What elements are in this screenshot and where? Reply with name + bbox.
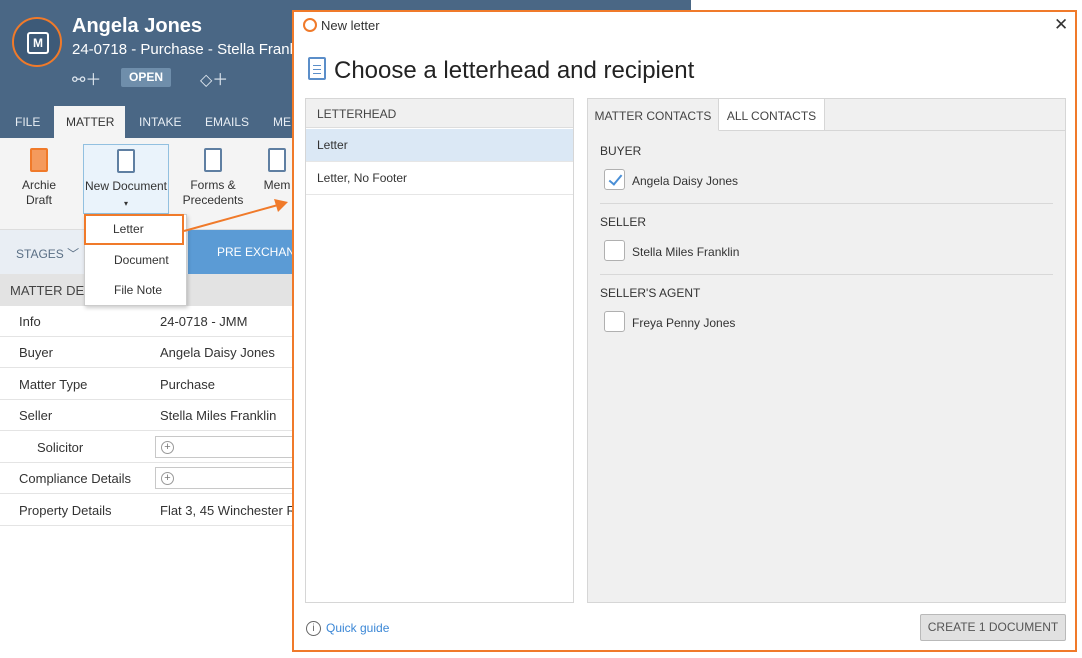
- contact-name-seller: Stella Miles Franklin: [632, 245, 740, 259]
- detail-value: 24-0718 - JMM: [160, 314, 248, 329]
- group-seller: SELLER: [600, 215, 647, 229]
- add-compliance-field[interactable]: +: [155, 467, 305, 489]
- dialog-heading: Choose a letterhead and recipient: [334, 57, 695, 84]
- callout-arrow: [183, 199, 288, 232]
- detail-value: Angela Daisy Jones: [160, 345, 275, 360]
- contact-checkbox-seller[interactable]: [604, 240, 625, 261]
- matter-subtitle: 24-0718 - Purchase - Stella Frankl: [72, 41, 301, 58]
- document-icon: [308, 57, 326, 80]
- menu-item-document[interactable]: Document: [86, 246, 185, 274]
- detail-label: Matter Type: [19, 377, 88, 392]
- letterhead-item-letter[interactable]: Letter: [306, 129, 573, 162]
- contact-name-buyer: Angela Daisy Jones: [632, 174, 739, 188]
- new-letter-dialog: New letter ✕ Choose a letterhead and rec…: [292, 10, 1077, 652]
- stages-label: STAGES: [16, 247, 64, 261]
- detail-label: Property Details: [19, 503, 112, 518]
- detail-label: Seller: [19, 408, 53, 423]
- add-tag-icon[interactable]: ◇＋: [200, 66, 228, 90]
- forms-icon: [204, 148, 222, 172]
- create-document-button[interactable]: CREATE 1 DOCUMENT: [920, 614, 1066, 641]
- memo-icon: [268, 148, 286, 172]
- new-document-label: New Document: [84, 179, 168, 193]
- dialog-titlebar: [294, 12, 1075, 40]
- app-logo-icon: [303, 18, 317, 32]
- tab-emails[interactable]: EMAILS: [193, 106, 261, 138]
- menu-item-letter[interactable]: Letter: [84, 214, 184, 245]
- stages-toggle[interactable]: STAGES ﹀: [16, 245, 79, 262]
- menu-item-file-note[interactable]: File Note: [86, 276, 185, 304]
- detail-value: Flat 3, 45 Winchester R: [160, 503, 296, 518]
- detail-row-buyer[interactable]: Buyer Angela Daisy Jones: [0, 337, 300, 368]
- memo-button[interactable]: Mem: [262, 144, 292, 193]
- add-related-icon[interactable]: ⚯＋: [72, 66, 101, 90]
- detail-label: Solicitor: [37, 440, 84, 455]
- tab-matter[interactable]: MATTER: [54, 106, 125, 138]
- chevron-down-icon: ﹀: [67, 247, 80, 261]
- memo-label: Mem: [263, 178, 291, 192]
- group-divider: [600, 274, 1053, 275]
- detail-label: Compliance Details: [19, 471, 131, 486]
- plus-circle-icon: +: [161, 441, 174, 454]
- contact-name-sellers-agent: Freya Penny Jones: [632, 316, 736, 330]
- detail-row-info[interactable]: Info 24-0718 - JMM: [0, 306, 300, 337]
- detail-label: Buyer: [19, 345, 53, 360]
- matter-icon: M: [27, 32, 49, 54]
- detail-row-solicitor[interactable]: Solicitor +: [0, 432, 305, 463]
- quick-guide-link[interactable]: Quick guide: [326, 621, 389, 635]
- letterhead-item-no-footer[interactable]: Letter, No Footer: [306, 162, 573, 195]
- info-icon: i: [306, 621, 321, 636]
- details-title: MATTER DET: [10, 283, 93, 298]
- detail-value: Stella Miles Franklin: [160, 408, 277, 423]
- tab-all-contacts[interactable]: ALL CONTACTS: [719, 99, 825, 131]
- archie-draft-label: Archie Draft: [21, 178, 56, 207]
- contacts-panel: MATTER CONTACTS ALL CONTACTS BUYER Angel…: [587, 98, 1066, 603]
- tab-divider: [825, 130, 1065, 131]
- detail-label: Info: [19, 314, 41, 329]
- tab-intake[interactable]: INTAKE: [127, 106, 193, 138]
- matter-avatar[interactable]: M: [12, 17, 62, 67]
- status-badge[interactable]: OPEN: [121, 68, 171, 87]
- draft-icon: [30, 148, 48, 172]
- add-solicitor-field[interactable]: +: [155, 436, 305, 458]
- detail-value: Purchase: [160, 377, 215, 392]
- detail-row-matter-type[interactable]: Matter Type Purchase: [0, 369, 300, 400]
- plus-circle-icon: +: [161, 472, 174, 485]
- letterhead-panel: LETTERHEAD Letter Letter, No Footer: [305, 98, 574, 603]
- detail-row-property[interactable]: Property Details Flat 3, 45 Winchester R: [0, 495, 300, 526]
- group-sellers-agent: SELLER'S AGENT: [600, 286, 701, 300]
- detail-row-compliance[interactable]: Compliance Details +: [0, 463, 305, 494]
- tab-matter-contacts[interactable]: MATTER CONTACTS: [588, 99, 719, 131]
- client-name: Angela Jones: [72, 15, 203, 37]
- contact-checkbox-sellers-agent[interactable]: [604, 311, 625, 332]
- archie-draft-button[interactable]: Archie Draft: [14, 144, 64, 208]
- letterhead-header-label: LETTERHEAD: [317, 107, 397, 121]
- new-document-button[interactable]: New Document ▾: [83, 144, 169, 214]
- document-icon: [117, 149, 135, 173]
- group-divider: [600, 203, 1053, 204]
- dialog-title: New letter: [321, 18, 380, 33]
- group-buyer: BUYER: [600, 144, 642, 158]
- tab-file[interactable]: FILE: [3, 106, 52, 138]
- contact-checkbox-buyer[interactable]: [604, 169, 625, 190]
- detail-row-seller[interactable]: Seller Stella Miles Franklin: [0, 400, 300, 431]
- chevron-down-icon: ▾: [123, 199, 128, 208]
- close-icon[interactable]: ✕: [1054, 15, 1068, 35]
